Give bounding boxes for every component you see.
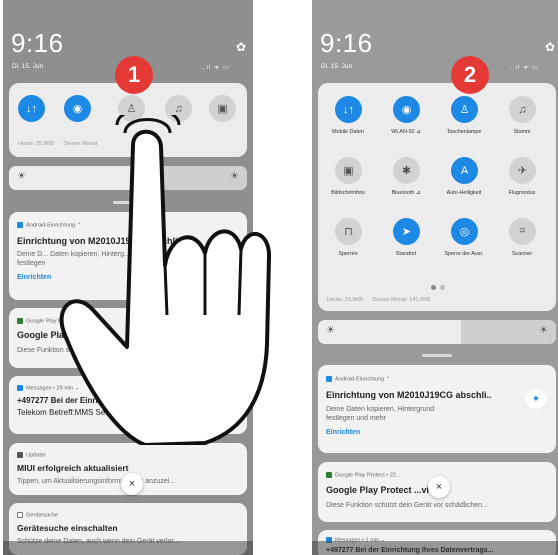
auto-brightness-icon[interactable]: A bbox=[451, 157, 478, 184]
play-protect-icon bbox=[17, 318, 23, 324]
wifi-icon[interactable]: ◉ bbox=[393, 96, 420, 123]
clear-notifications-button[interactable]: × bbox=[121, 473, 143, 495]
notification-title: Gerätesuche einschalten bbox=[17, 523, 118, 533]
tile-label: Scanner bbox=[511, 251, 533, 257]
notification-title: MIUI erfolgreich aktualisiert bbox=[17, 463, 129, 473]
updater-icon bbox=[17, 452, 23, 458]
clock: 9:16 bbox=[320, 28, 373, 58]
tile-label: Stumm bbox=[513, 129, 531, 135]
airplane-icon[interactable]: ✈ bbox=[509, 157, 536, 184]
page-indicator bbox=[440, 285, 445, 290]
clock: 9:16 bbox=[11, 28, 64, 58]
notification-title: Einrichtung von M2010J19CG abschli.. bbox=[326, 390, 492, 400]
brightness-slider[interactable]: ☀ ☀ bbox=[318, 320, 556, 344]
date: Di. 15. Jun bbox=[12, 63, 44, 70]
data-today: Heute: 29,9KB bbox=[18, 141, 54, 147]
mobile-data-icon[interactable]: ↓↑ bbox=[335, 96, 362, 123]
bluetooth-icon[interactable]: ✱ bbox=[393, 157, 420, 184]
android-setup-icon bbox=[326, 376, 332, 382]
bell-icon[interactable]: ♫ bbox=[509, 96, 536, 123]
android-setup-icon bbox=[17, 222, 23, 228]
clear-notifications-button[interactable]: × bbox=[428, 476, 450, 498]
step-1-badge: 1 bbox=[115, 56, 153, 94]
tile-label: Auto-Helligkeit bbox=[446, 190, 482, 196]
right-phone-screen: 9:16 Di. 15. Jun ✿ ..ıl ᯤ ▭ ↓↑ Mobile Dat… bbox=[312, 0, 558, 555]
tile-label: Taschenlampe bbox=[446, 129, 482, 135]
brightness-low-icon: ☀ bbox=[326, 325, 335, 336]
page-indicator bbox=[431, 285, 436, 290]
navigation-bar bbox=[3, 541, 253, 555]
mobile-data-icon[interactable]: ↓↑ bbox=[18, 95, 45, 122]
pointing-hand-icon bbox=[59, 115, 272, 445]
quick-settings-panel: ↓↑ Mobile Daten ◉ WLAN-92 ⊿ ♙ Taschenlampe ♫ St… bbox=[318, 83, 556, 311]
setup-link[interactable]: Einrichten bbox=[326, 429, 360, 436]
status-icons: ..ıl ᯤ ▭ bbox=[201, 65, 230, 71]
status-icons: ..ıl ᯤ ▭ bbox=[510, 65, 539, 71]
tile-label: Bluetooth ⊿ bbox=[391, 190, 421, 196]
rotation-lock-icon[interactable]: ◎ bbox=[451, 218, 478, 245]
navigation-bar bbox=[312, 541, 558, 555]
lock-icon[interactable]: ⊓ bbox=[335, 218, 362, 245]
tile-label: Sperren bbox=[338, 251, 358, 257]
find-device-icon bbox=[17, 512, 23, 518]
magic-wand-icon[interactable]: ✦ bbox=[526, 389, 546, 409]
settings-gear-icon[interactable]: ✿ bbox=[236, 40, 246, 54]
brightness-high-icon: ☀ bbox=[539, 325, 548, 336]
drag-handle[interactable] bbox=[422, 354, 452, 357]
messages-icon bbox=[17, 385, 23, 391]
setup-link[interactable]: Einrichten bbox=[17, 274, 51, 281]
flashlight-icon[interactable]: ♙ bbox=[451, 96, 478, 123]
data-month: Diesen Monat: 141,6KB bbox=[372, 297, 431, 303]
tile-label: WLAN-92 ⊿ bbox=[391, 129, 421, 135]
date: Di. 15. Jun bbox=[321, 63, 353, 70]
location-icon[interactable]: ➤ bbox=[393, 218, 420, 245]
tile-label: Flugmodus bbox=[508, 190, 536, 196]
settings-gear-icon[interactable]: ✿ bbox=[545, 40, 555, 54]
brightness-low-icon: ☀ bbox=[17, 171, 26, 182]
tile-label: Bildschirmfoto bbox=[331, 190, 365, 196]
tile-label: Mobile Daten bbox=[332, 129, 364, 135]
step-2-badge: 2 bbox=[451, 56, 489, 94]
notification-title: Google Play Protect ...viert bbox=[326, 485, 441, 495]
notification-card[interactable]: Android-Einrichtung ⌃ Einrichtung von M2… bbox=[318, 365, 556, 453]
play-protect-icon bbox=[326, 472, 332, 478]
data-today: Heute: 29,9KB bbox=[327, 297, 363, 303]
scanner-icon[interactable]: ⌗ bbox=[509, 218, 536, 245]
tile-label: Standort bbox=[395, 251, 417, 257]
tile-label: Sperre der Ausr. bbox=[444, 251, 484, 257]
screenshot-icon[interactable]: ▣ bbox=[335, 157, 362, 184]
